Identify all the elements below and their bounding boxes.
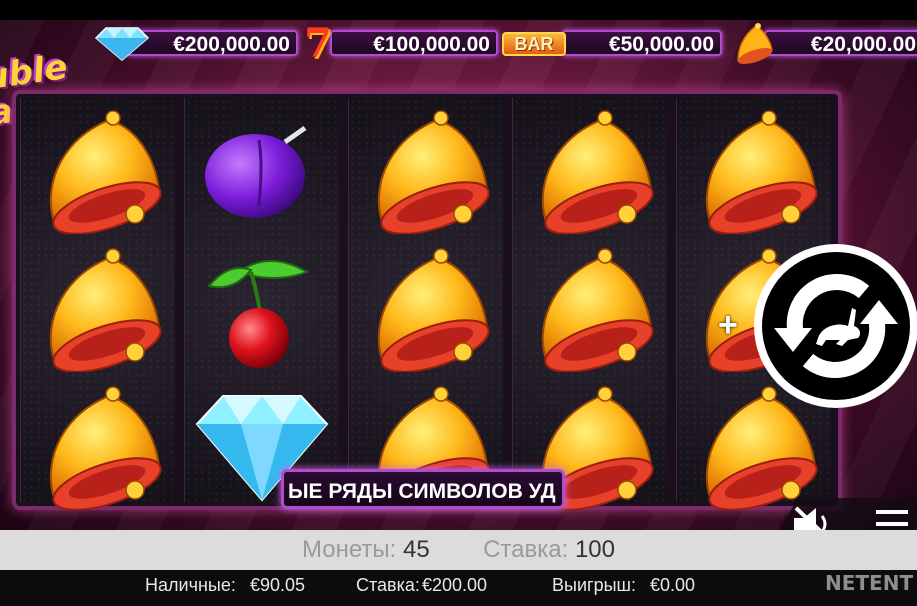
top-black-bar	[0, 0, 917, 20]
bell-symbol	[353, 106, 499, 235]
bell-symbol	[25, 382, 171, 511]
bar-icon: BAR	[502, 32, 566, 56]
bell-symbol	[517, 244, 663, 373]
ticker-text: ЫЕ РЯДЫ СИМВОЛОВ УД	[288, 480, 556, 503]
bell-icon	[737, 23, 773, 64]
jackpot-value: €20,000.00	[764, 30, 917, 56]
diamond-icon	[94, 27, 150, 61]
turbo-spin-rabbit-icon[interactable]	[752, 242, 917, 410]
cash-value: €90.05	[250, 575, 306, 595]
reel-3	[348, 98, 503, 511]
jackpot-value: €100,000.00	[330, 30, 498, 56]
reels-frame	[12, 90, 842, 511]
hamburger-menu-icon[interactable]	[874, 506, 910, 530]
status-bet-value: €200.00	[422, 575, 488, 595]
win-label: Выигрыш:	[552, 575, 636, 595]
seven-icon: 7	[304, 20, 332, 67]
bell-symbol	[25, 106, 171, 235]
bell-symbol	[517, 106, 663, 235]
coins-value: 45	[403, 536, 430, 563]
cash-label: Наличные:	[145, 575, 236, 595]
cherry-symbol	[189, 244, 335, 372]
game-stage: uble acks €200,000.00 €100,000.00 7 €50,…	[0, 20, 917, 530]
speaker-muted-icon[interactable]	[790, 504, 838, 530]
bet-label: Ставка:	[483, 536, 569, 563]
jackpot-bar: €50,000.00 BAR	[502, 26, 724, 60]
plus-icon[interactable]: +	[718, 308, 738, 342]
reel-1	[20, 98, 175, 511]
plum-symbol	[189, 106, 335, 234]
coins-label: Монеты:	[302, 536, 397, 563]
netent-logo: NETENT	[825, 571, 914, 595]
jackpot-bell: €20,000.00	[728, 23, 917, 64]
bell-symbol	[353, 244, 499, 373]
message-ticker: ЫЕ РЯДЫ СИМВОЛОВ УД	[281, 469, 565, 509]
win-value: €0.00	[650, 575, 696, 595]
jackpot-diamond: €200,000.00	[92, 26, 300, 61]
jackpot-value: €50,000.00	[562, 30, 722, 56]
status-bar: Наличные: €90.05 Ставка: €200.00 Выигрыш…	[0, 570, 917, 606]
bet-value: 100	[574, 536, 615, 563]
reel-2	[184, 98, 339, 502]
coins-bar: Монеты: 45 Ставка: 100	[0, 530, 917, 570]
jackpot-seven: €100,000.00 7	[304, 24, 498, 64]
bell-symbol	[25, 244, 171, 373]
status-bet-label: Ставка:	[356, 575, 420, 595]
reel-4	[512, 98, 667, 511]
bell-symbol	[681, 106, 827, 235]
